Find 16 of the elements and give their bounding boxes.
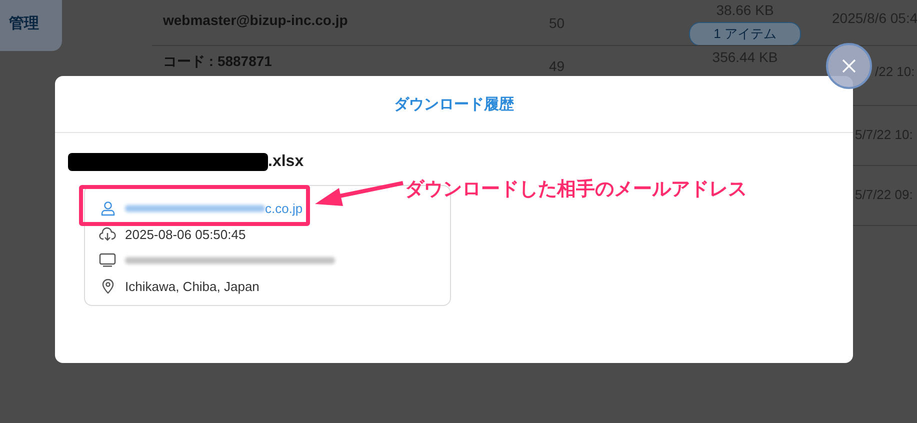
monitor-icon (99, 253, 116, 267)
map-pin-icon (102, 278, 114, 294)
annotation-text: ダウンロードした相手のメールアドレス (405, 178, 747, 202)
dialog-title: ダウンロード履歴 (394, 94, 514, 114)
table-cell-text: コード : 5887871 (163, 53, 273, 71)
email-text: c.co.jp (265, 200, 303, 216)
user-icon (100, 200, 114, 216)
cloud-download-icon (99, 227, 116, 241)
items-badge[interactable]: 1 アイテム (688, 22, 802, 45)
detail-text: Ichikawa, Chiba, Japan (125, 278, 260, 294)
file-name: .xlsx (268, 153, 304, 171)
close-icon (841, 58, 857, 74)
table-cell-text: webmaster@bizup-inc.co.jp (163, 12, 349, 28)
close-button[interactable] (826, 43, 872, 89)
detail-text: 2025-08-06 05:50:45 (125, 226, 246, 242)
sidebar-item[interactable]: 管理 (0, 0, 62, 51)
